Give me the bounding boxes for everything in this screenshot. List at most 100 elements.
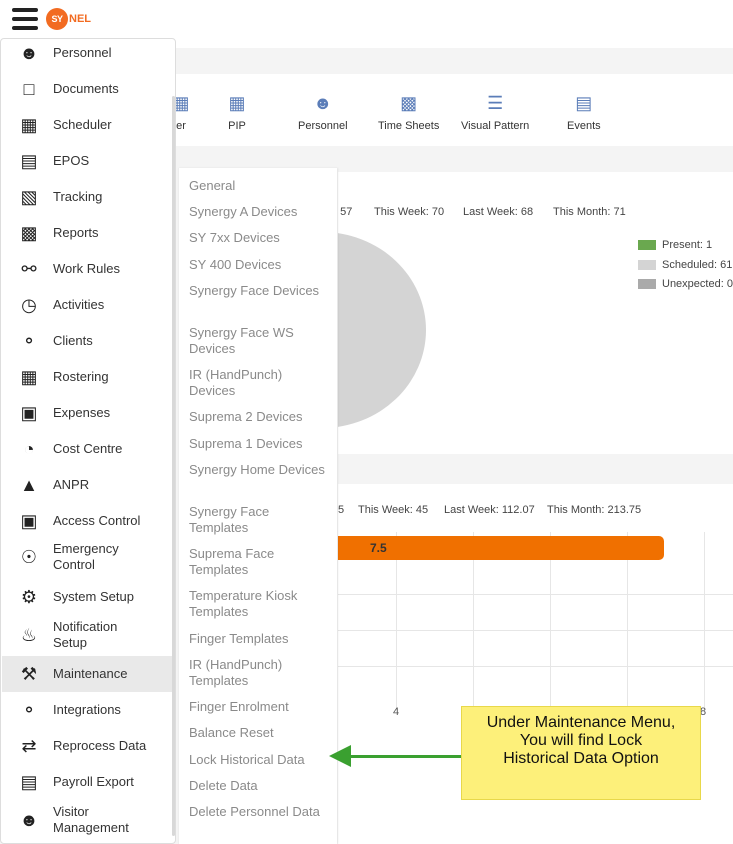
legend-swatch bbox=[638, 279, 656, 289]
submenu-item-synergy-home-devices[interactable]: Synergy Home Devices bbox=[189, 462, 329, 478]
quick-action-label: Personnel bbox=[298, 120, 348, 132]
menu-item-notification-setup[interactable]: ♨ Notification Setup bbox=[2, 617, 172, 653]
menu-item-label: Documents bbox=[53, 81, 119, 96]
submenu-item-finger-enrolment[interactable]: Finger Enrolment bbox=[189, 699, 329, 715]
stat-last-week: Last Week: 68 bbox=[463, 206, 534, 218]
quick-action-events[interactable]: ▤ Events bbox=[567, 92, 601, 132]
stat-this-month: This Month: 71 bbox=[553, 206, 626, 218]
hamburger-menu-icon[interactable] bbox=[12, 8, 38, 30]
submenu-item-suprema-2-devices[interactable]: Suprema 2 Devices bbox=[189, 409, 329, 425]
hours-card: 5 This Week: 45 Last Week: 112.07 This M… bbox=[338, 484, 733, 738]
submenu-item-balance-reset[interactable]: Balance Reset bbox=[189, 725, 329, 741]
submenu-item-lock-historical-data[interactable]: Lock Historical Data bbox=[189, 752, 329, 768]
menu-item-personnel[interactable]: ☻ Personnel bbox=[2, 35, 172, 71]
submenu-item-finger-templates[interactable]: Finger Templates bbox=[189, 631, 329, 647]
menu-item-label: Tracking bbox=[53, 189, 103, 204]
callout-arrow-head bbox=[329, 745, 351, 767]
menu-item-expenses[interactable]: ▣ Expenses bbox=[2, 395, 172, 431]
grid-line bbox=[704, 532, 705, 710]
callout-line: Under Maintenance Menu, bbox=[486, 714, 676, 731]
quick-action-personnel[interactable]: ☻ Personnel bbox=[298, 92, 348, 132]
grid-line bbox=[338, 666, 733, 667]
menu-item-epos[interactable]: ▤ EPOS bbox=[2, 143, 172, 179]
menu-item-label: ANPR bbox=[53, 477, 90, 492]
wallet-icon: ▣ bbox=[20, 403, 38, 423]
submenu-item-synergy-face-ws-devices[interactable]: Synergy Face WS Devices bbox=[189, 325, 329, 357]
menu-item-integrations[interactable]: ⚬ Integrations bbox=[2, 692, 172, 728]
menu-item-tracking[interactable]: ▧ Tracking bbox=[2, 179, 172, 215]
logo-text: NEL bbox=[69, 13, 91, 25]
axis-tick-label: 4 bbox=[393, 706, 400, 718]
work-rules-icon: ⚯ bbox=[21, 259, 37, 279]
menu-item-work-rules[interactable]: ⚯ Work Rules bbox=[2, 251, 172, 287]
callout-arrow-line bbox=[348, 755, 461, 758]
hours-bar[interactable]: 7.5 bbox=[338, 536, 664, 560]
menu-item-clients[interactable]: ⚬ Clients bbox=[2, 323, 172, 359]
submenu-item-delete-personnel-data[interactable]: Delete Personnel Data bbox=[189, 804, 329, 820]
menu-item-visitor-management[interactable]: ☻ Visitor Management bbox=[2, 802, 172, 838]
tools-icon: ⚒ bbox=[20, 664, 38, 684]
submenu-item-synergy-face-templates[interactable]: Synergy Face Templates bbox=[189, 504, 329, 536]
legend-unexpected: Unexpected: 0 bbox=[638, 278, 733, 290]
submenu-item-synergy-a-devices[interactable]: Synergy A Devices bbox=[189, 204, 329, 220]
legend-scheduled: Scheduled: 61 bbox=[638, 259, 732, 271]
legend-label: Present: 1 bbox=[662, 239, 713, 251]
menu-item-activities[interactable]: ◷ Activities bbox=[2, 287, 172, 323]
quick-action-label: PIP bbox=[228, 120, 246, 132]
submenu-item-sy-7xx-devices[interactable]: SY 7xx Devices bbox=[189, 230, 329, 246]
reprocess-icon: ⇄ bbox=[21, 736, 37, 756]
menu-scrollbar[interactable] bbox=[172, 96, 175, 836]
quick-action-label: er bbox=[176, 120, 186, 132]
menu-item-label: Integrations bbox=[53, 702, 121, 717]
menu-item-access-control[interactable]: ▣ Access Control bbox=[2, 503, 172, 539]
stat-this-month: This Month: 213.75 bbox=[547, 504, 642, 516]
camera-icon: ▲ bbox=[20, 475, 38, 495]
submenu-item-synergy-face-devices[interactable]: Synergy Face Devices bbox=[189, 283, 329, 299]
legend-swatch bbox=[638, 240, 656, 250]
submenu-item-sy-400-devices[interactable]: SY 400 Devices bbox=[189, 257, 329, 273]
quick-actions-panel bbox=[180, 84, 733, 146]
menu-item-reprocess-data[interactable]: ⇄ Reprocess Data bbox=[2, 728, 172, 764]
menu-item-maintenance[interactable]: ⚒ Maintenance bbox=[2, 656, 172, 692]
link-icon: ⚬ bbox=[21, 331, 37, 351]
legend-label: Unexpected: 0 bbox=[662, 278, 733, 290]
submenu-item-delete-data[interactable]: Delete Data bbox=[189, 778, 329, 794]
link-icon: ⚬ bbox=[21, 700, 37, 720]
gear-icon: ⚙ bbox=[20, 587, 38, 607]
menu-item-label: Access Control bbox=[53, 513, 141, 528]
calendar-icon: ▦ bbox=[20, 115, 38, 135]
menu-item-emergency-control[interactable]: ☉ Emergency Control bbox=[2, 539, 172, 575]
submenu-item-temperature-kiosk-templates[interactable]: Temperature Kiosk Templates bbox=[189, 588, 329, 620]
submenu-item-suprema-face-templates[interactable]: Suprema Face Templates bbox=[189, 546, 329, 578]
pattern-icon: ☰ bbox=[487, 93, 504, 113]
submenu-item-suprema-1-devices[interactable]: Suprema 1 Devices bbox=[189, 436, 329, 452]
quick-action-visual-pattern[interactable]: ☰ Visual Pattern bbox=[461, 92, 529, 132]
submenu-item-ir-handpunch-templates[interactable]: IR (HandPunch) Templates bbox=[189, 657, 329, 689]
csv-icon: ▤ bbox=[20, 772, 38, 792]
menu-item-system-setup[interactable]: ⚙ System Setup bbox=[2, 579, 172, 615]
menu-item-payroll-export[interactable]: ▤ Payroll Export bbox=[2, 764, 172, 800]
menu-item-label: Notification Setup bbox=[53, 619, 118, 650]
menu-item-anpr[interactable]: ▲ ANPR bbox=[2, 467, 172, 503]
submenu-item-general[interactable]: General bbox=[189, 178, 329, 194]
quick-action-pip[interactable]: ▦ PIP bbox=[226, 92, 248, 132]
quick-action-time-sheets[interactable]: ▩ Time Sheets bbox=[378, 92, 439, 132]
tracking-icon: ▧ bbox=[20, 187, 38, 207]
menu-item-reports[interactable]: ▩ Reports bbox=[2, 215, 172, 251]
logo-mark: SY bbox=[46, 8, 68, 30]
submenu-item-ir-handpunch-devices[interactable]: IR (HandPunch) Devices bbox=[189, 367, 329, 399]
quick-action-label: Events bbox=[567, 120, 601, 132]
menu-item-cost-centre[interactable]: ◔ Cost Centre bbox=[2, 431, 172, 467]
menu-item-rostering[interactable]: ▦ Rostering bbox=[2, 359, 172, 395]
menu-item-label: Activities bbox=[53, 297, 105, 312]
person-icon: ☻ bbox=[19, 43, 39, 63]
stat-partial: : 57 bbox=[338, 206, 353, 218]
stat-this-week: This Week: 45 bbox=[358, 504, 429, 516]
menu-item-documents[interactable]: □ Documents bbox=[2, 71, 172, 107]
folder-icon: □ bbox=[23, 79, 35, 99]
synel-logo[interactable]: SY NEL bbox=[46, 8, 91, 30]
menu-item-label: Clients bbox=[53, 333, 93, 348]
attendance-pie-chart bbox=[338, 232, 426, 428]
menu-item-scheduler[interactable]: ▦ Scheduler bbox=[2, 107, 172, 143]
bar-value-label: 7.5 bbox=[370, 541, 387, 555]
